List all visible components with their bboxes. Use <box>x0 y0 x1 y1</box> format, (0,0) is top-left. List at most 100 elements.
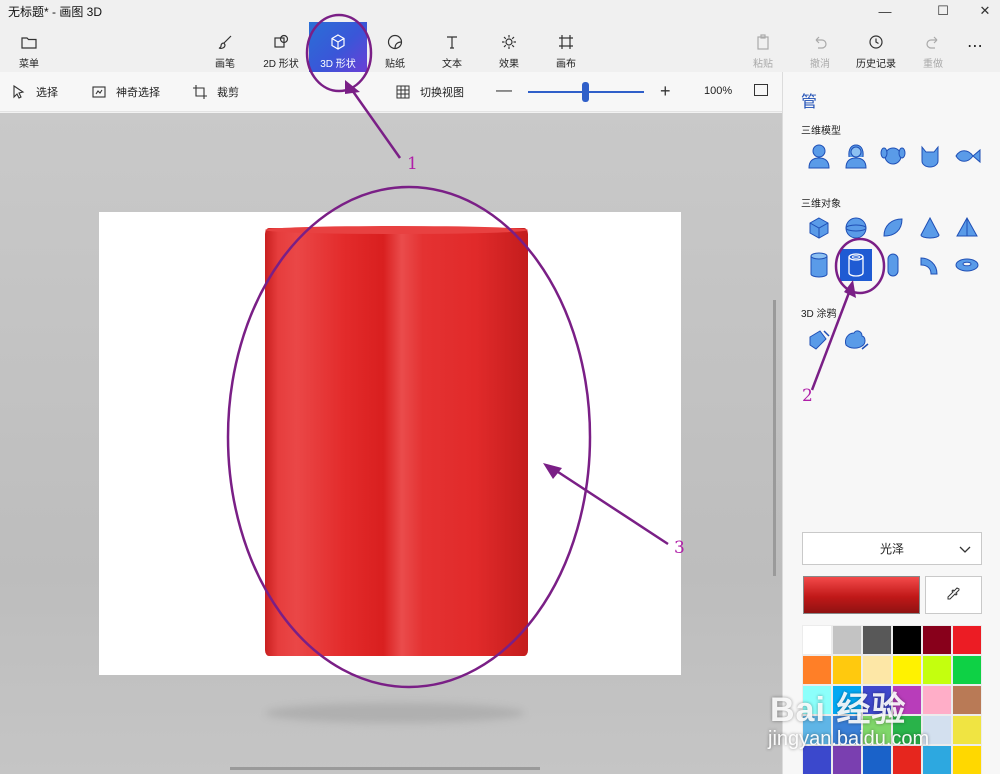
minimize-button[interactable]: — <box>862 0 908 22</box>
tube-icon-selected[interactable] <box>840 249 872 281</box>
title-bar: 无标题* - 画图 3D — ☐ ✕ 菜单 画笔 2D 形状 3D 形状 贴纸 <box>0 0 1000 72</box>
cone-icon[interactable] <box>914 212 946 244</box>
eyedropper-icon <box>947 586 961 604</box>
magic-select-icon <box>92 85 106 99</box>
vertical-scrollbar[interactable] <box>773 300 776 576</box>
tab-label: 2D 形状 <box>263 59 299 70</box>
crop-tool[interactable]: 裁剪 <box>193 84 239 100</box>
palette-color-16[interactable] <box>922 685 952 715</box>
models-section-label: 三维模型 <box>801 126 841 137</box>
folder-icon <box>20 34 38 50</box>
hemisphere-icon[interactable] <box>877 212 909 244</box>
palette-color-10[interactable] <box>922 655 952 685</box>
tab-label: 效果 <box>499 59 519 70</box>
toolbar: 选择 神奇选择 裁剪 切换视图 — + 100% <box>0 72 782 112</box>
tab-stickers[interactable]: 贴纸 <box>366 28 424 72</box>
palette-color-9[interactable] <box>892 655 922 685</box>
palette-color-17[interactable] <box>952 685 982 715</box>
fish-model-icon[interactable] <box>951 140 983 172</box>
more-button[interactable]: ⋯ <box>955 28 995 72</box>
toggle-view-label: 切换视图 <box>420 87 464 99</box>
paste-label: 粘贴 <box>753 59 773 70</box>
cube-icon[interactable] <box>803 212 835 244</box>
current-color-swatch[interactable] <box>803 576 920 614</box>
select-tool[interactable]: 选择 <box>12 84 58 100</box>
capsule-icon[interactable] <box>877 249 909 281</box>
palette-color-3[interactable] <box>892 625 922 655</box>
palette-color-0[interactable] <box>802 625 832 655</box>
cat-model-icon[interactable] <box>914 140 946 172</box>
pyramid-icon[interactable] <box>951 212 983 244</box>
tab-canvas[interactable]: 画布 <box>537 28 595 72</box>
tab-label: 画笔 <box>215 59 235 70</box>
material-value: 光泽 <box>879 542 904 556</box>
3d-shapes-icon <box>329 34 347 50</box>
palette-color-5[interactable] <box>952 625 982 655</box>
toggle-view-button[interactable]: 切换视图 <box>396 84 464 100</box>
annotation-number-3: 3 <box>674 538 685 558</box>
paste-icon <box>754 34 772 50</box>
paste-button[interactable]: 粘贴 <box>734 28 792 72</box>
close-button[interactable]: ✕ <box>962 0 1000 22</box>
tab-label: 文本 <box>442 59 462 70</box>
palette-color-11[interactable] <box>952 655 982 685</box>
eyedropper-button[interactable] <box>925 576 982 614</box>
palette-color-8[interactable] <box>862 655 892 685</box>
zoom-out-button[interactable]: — <box>496 82 512 100</box>
stickers-icon <box>386 34 404 50</box>
annotation-number-2: 2 <box>802 386 813 406</box>
text-icon <box>443 34 461 50</box>
window-title: 无标题* - 画图 3D <box>8 5 103 19</box>
history-button[interactable]: 历史记录 <box>847 28 905 72</box>
history-icon <box>867 34 885 50</box>
palette-color-7[interactable] <box>832 655 862 685</box>
palette-color-23[interactable] <box>952 715 982 745</box>
cylinder-icon[interactable] <box>803 249 835 281</box>
history-label: 历史记录 <box>856 59 896 70</box>
sharp-doodle-icon[interactable] <box>803 324 835 356</box>
red-3d-cylinder[interactable] <box>265 228 528 656</box>
undo-label: 撤消 <box>810 59 830 70</box>
sphere-icon[interactable] <box>840 212 872 244</box>
tab-effects[interactable]: 效果 <box>480 28 538 72</box>
palette-color-1[interactable] <box>832 625 862 655</box>
canvas-shadow <box>265 703 525 723</box>
palette-color-29[interactable] <box>952 745 982 774</box>
objects-section-label: 三维对象 <box>801 199 841 210</box>
curved-tube-icon[interactable] <box>914 249 946 281</box>
shapes-panel: 管 三维模型 三维对象 3D 涂鸦 光泽 <box>782 72 1000 774</box>
material-dropdown[interactable]: 光泽 <box>802 532 982 565</box>
cursor-icon <box>12 85 26 99</box>
torus-icon[interactable] <box>951 249 983 281</box>
tab-label: 贴纸 <box>385 59 405 70</box>
magic-select-tool[interactable]: 神奇选择 <box>92 84 160 100</box>
man-model-icon[interactable] <box>803 140 835 172</box>
zoom-in-button[interactable]: + <box>660 81 671 102</box>
redo-button[interactable]: 重做 <box>904 28 962 72</box>
drawing-canvas[interactable] <box>99 212 681 675</box>
maximize-button[interactable]: ☐ <box>920 0 966 22</box>
palette-color-2[interactable] <box>862 625 892 655</box>
chevron-down-icon <box>959 543 971 557</box>
tab-brushes[interactable]: 画笔 <box>196 28 254 72</box>
menu-button[interactable]: 菜单 <box>0 28 58 72</box>
cylinder-top <box>265 226 528 234</box>
select-label: 选择 <box>36 87 58 99</box>
palette-color-6[interactable] <box>802 655 832 685</box>
undo-button[interactable]: 撤消 <box>791 28 849 72</box>
image-view-icon[interactable] <box>754 84 768 96</box>
redo-label: 重做 <box>923 59 943 70</box>
tab-2d-shapes[interactable]: 2D 形状 <box>252 28 310 72</box>
zoom-slider-thumb[interactable] <box>582 82 589 102</box>
tab-label: 3D 形状 <box>320 59 356 70</box>
woman-model-icon[interactable] <box>840 140 872 172</box>
2d-shapes-icon <box>272 34 290 50</box>
effects-icon <box>500 34 518 50</box>
soft-doodle-icon[interactable] <box>840 324 872 356</box>
tab-3d-shapes[interactable]: 3D 形状 <box>309 22 367 72</box>
palette-color-4[interactable] <box>922 625 952 655</box>
dog-model-icon[interactable] <box>877 140 909 172</box>
horizontal-scrollbar[interactable] <box>230 767 540 770</box>
tab-text[interactable]: 文本 <box>423 28 481 72</box>
menu-label: 菜单 <box>19 59 39 70</box>
